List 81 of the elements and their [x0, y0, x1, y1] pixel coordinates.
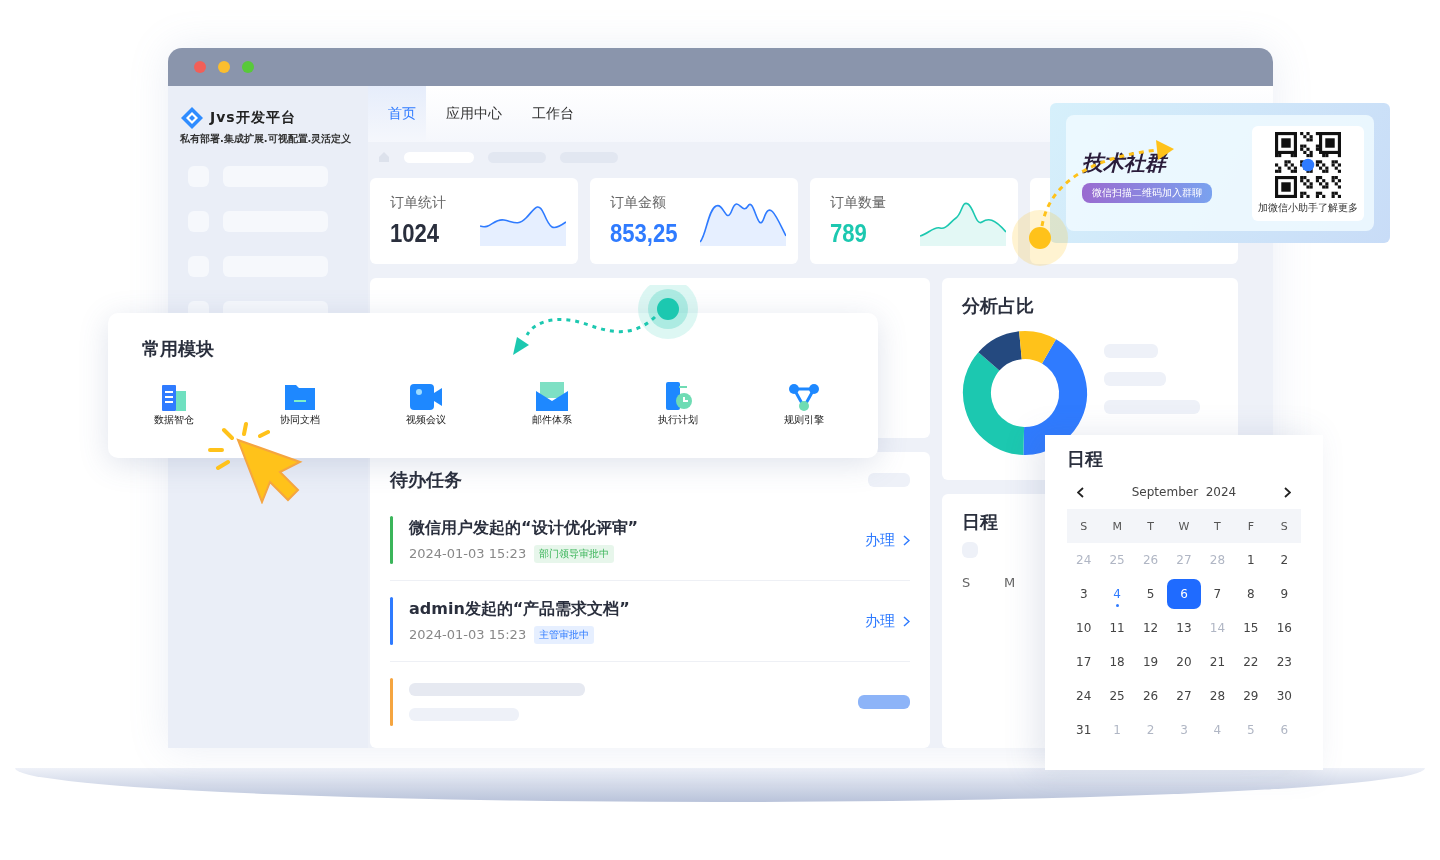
stat-value: 1024 — [390, 217, 440, 249]
module-item[interactable]: 规则引擎 — [772, 381, 836, 427]
chevron-right-icon[interactable] — [1284, 486, 1291, 498]
share-icon — [786, 381, 822, 411]
qr-code — [1275, 131, 1341, 198]
calendar-day[interactable]: 5 — [1133, 579, 1168, 609]
calendar-day[interactable]: 2 — [1267, 545, 1301, 575]
brand-name: Jvs开发平台 — [210, 109, 296, 127]
weekday-label: T — [1133, 509, 1168, 543]
calendar-day[interactable]: 16 — [1267, 613, 1301, 643]
card-title: 常用模块 — [142, 337, 215, 361]
calendar-day[interactable]: 28 — [1200, 681, 1235, 711]
calendar-day[interactable]: 17 — [1067, 647, 1101, 677]
task-time: 2024-01-03 15:23 — [409, 627, 527, 642]
weekday-label: S — [1267, 509, 1301, 543]
stat-value: 853,25 — [610, 217, 678, 249]
chevron-left-icon[interactable] — [1077, 486, 1084, 498]
module-item[interactable]: 执行计划 — [646, 381, 710, 427]
calendar-day[interactable]: 21 — [1200, 647, 1235, 677]
calendar-day[interactable]: 29 — [1234, 681, 1268, 711]
calendar-day[interactable]: 22 — [1234, 647, 1268, 677]
calendar-day[interactable]: 3 — [1067, 579, 1101, 609]
handle-link[interactable]: 办理 — [865, 530, 910, 550]
logo-icon — [180, 106, 204, 130]
weekday-label: M — [1100, 509, 1134, 543]
status-tag: 主管审批中 — [534, 625, 595, 644]
calendar-day[interactable]: 12 — [1133, 613, 1168, 643]
nav-tab[interactable]: 工作台 — [512, 86, 584, 142]
calendar-day[interactable]: 30 — [1267, 681, 1301, 711]
banner-button[interactable]: 微信扫描二维码加入群聊 — [1082, 183, 1212, 203]
video-icon — [408, 381, 444, 411]
brand-tagline: 私有部署.集成扩展.可视配置.灵活定义 — [180, 132, 353, 146]
card-title: 分析占比 — [962, 294, 1035, 318]
qr-caption: 加微信小助手了解更多 — [1258, 200, 1358, 215]
calendar-day[interactable]: 15 — [1234, 613, 1268, 643]
weekday-label: W — [1167, 509, 1201, 543]
calendar-title: 日程 — [1067, 447, 1103, 471]
status-tag: 部门领导审批中 — [534, 544, 615, 563]
weekday-label: T — [1200, 509, 1235, 543]
stat-label: 订单金额 — [610, 193, 667, 212]
module-item[interactable]: 数据智仓 — [142, 381, 206, 427]
task-time: 2024-01-03 15:23 — [409, 546, 527, 561]
weekday-label: S — [1067, 509, 1101, 543]
calendar-day[interactable]: 11 — [1100, 613, 1134, 643]
task-title: 微信用户发起的“设计优化评审” — [409, 517, 639, 539]
stat-label: 订单数量 — [830, 193, 886, 212]
calendar-day[interactable]: 24 — [1067, 681, 1101, 711]
calendar-day[interactable]: 9 — [1267, 579, 1301, 609]
calendar-day[interactable]: 13 — [1167, 613, 1201, 643]
calendar-day[interactable]: 7 — [1200, 579, 1235, 609]
calendar-day[interactable]: 20 — [1167, 647, 1201, 677]
calendar-day[interactable]: 18 — [1100, 647, 1134, 677]
card-title: 待办任务 — [390, 468, 462, 492]
stat-value: 789 — [830, 217, 868, 249]
nav-tab[interactable]: 应用中心 — [426, 86, 512, 142]
weekday-label: M — [1004, 575, 1017, 590]
stat-label: 订单统计 — [390, 193, 447, 212]
module-item[interactable]: 视频会议 — [394, 381, 458, 427]
calendar-day[interactable]: 27 — [1167, 681, 1201, 711]
calendar-day[interactable]: 23 — [1267, 647, 1301, 677]
placeholder-bar — [858, 695, 910, 709]
calendar-day[interactable]: 4 — [1100, 579, 1134, 609]
calendar-day[interactable]: 25 — [1100, 681, 1134, 711]
calendar-day[interactable]: 26 — [1133, 681, 1168, 711]
calendar-day[interactable]: 10 — [1067, 613, 1101, 643]
calendar-day[interactable]: 19 — [1133, 647, 1168, 677]
chevron-right-icon — [903, 615, 910, 627]
calendar-day[interactable]: 31 — [1067, 715, 1101, 745]
calendar-day[interactable]: 8 — [1234, 579, 1268, 609]
task-title: admin发起的“产品需求文档” — [409, 598, 630, 620]
module-item[interactable]: 协同文档 — [268, 381, 332, 427]
month-label: September 2024 — [1131, 485, 1237, 499]
module-item[interactable]: 邮件体系 — [520, 381, 584, 427]
handle-link[interactable]: 办理 — [865, 611, 910, 631]
calendar-day[interactable]: 6 — [1167, 579, 1201, 609]
weekday-label: S — [962, 575, 972, 590]
mail-icon — [534, 381, 570, 411]
calendar-day[interactable]: 1 — [1234, 545, 1268, 575]
chevron-right-icon — [903, 534, 910, 546]
weekday-label: F — [1234, 509, 1268, 543]
card-title: 日程 — [962, 510, 998, 534]
